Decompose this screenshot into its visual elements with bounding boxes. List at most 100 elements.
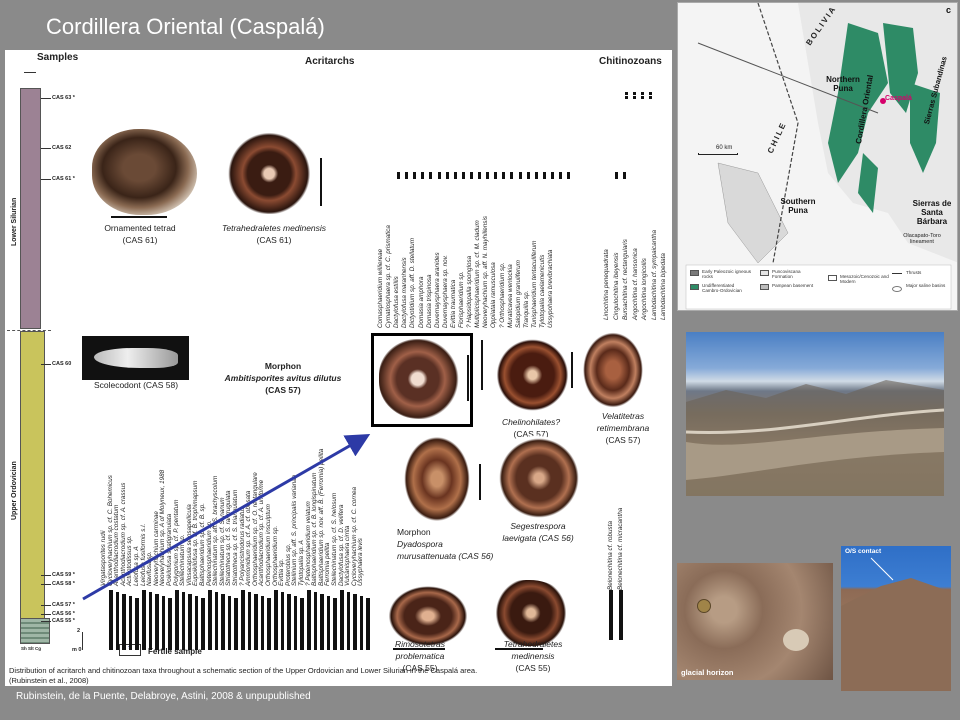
range-dots <box>397 172 401 178</box>
upper-ordovician-column <box>20 331 45 641</box>
range-bar <box>326 596 331 650</box>
taxon-label: Ussyphaera levis <box>357 538 365 586</box>
range-bar <box>234 598 238 650</box>
taxon-label: Domasia trispinosa <box>425 274 433 328</box>
taxon-label: Cymatiosphaera sp. cf. C. prismatica <box>385 225 393 328</box>
sample-tick <box>41 179 51 180</box>
range-bar <box>208 590 212 650</box>
scale-line <box>82 632 83 650</box>
acritarchs-header: Acritarchs <box>305 56 355 67</box>
map-label-southern-puna: Southern Puna <box>780 197 816 215</box>
range-dots <box>486 172 490 178</box>
taxon-label: Orthosphaeridium insculptum <box>265 504 272 586</box>
map-legend-5: Mesozoic/Cenozoic and Modern <box>840 274 889 284</box>
range-bar <box>353 594 357 650</box>
range-bar <box>181 592 186 650</box>
segestrespora-caption: Segestrespora laevigata (CAS 56) <box>483 520 593 544</box>
sample-tick <box>41 364 51 365</box>
range-dots <box>542 172 547 178</box>
taxon-label: Florisphaeridium sp. <box>458 271 465 328</box>
taxon-label: Multiplicisphaeridium sp. cf. M. cladum <box>474 220 482 328</box>
range-bar <box>366 598 370 650</box>
map-panel-letter: c <box>945 5 951 15</box>
rimosotetras-sample: (CAS 55) <box>402 663 438 673</box>
grain-size-label: Sh Slt Cg <box>21 646 41 651</box>
range-dots <box>405 172 409 178</box>
taxon-label: Virgatasporites rudii <box>100 530 107 586</box>
segestrespora-image <box>496 436 582 520</box>
lower-silurian-label: Lower Silurian <box>11 197 18 246</box>
map-scale-bar <box>698 153 738 155</box>
ambitisporites-scale <box>467 355 469 401</box>
taxon-label: Neoveryhachium sp. aff. N. mayhillensis <box>482 216 490 328</box>
segestrespora-line2: laevigata (CAS 56) <box>502 533 574 543</box>
map-legend-swatch-3 <box>760 270 769 276</box>
morphon-line3: (CAS 57) <box>265 385 301 395</box>
range-bar <box>333 598 337 650</box>
range-dots <box>625 92 629 96</box>
taxon-label: Linochitina penequadrata <box>603 249 610 320</box>
sample-label: CAS 61 * <box>52 176 75 182</box>
taxon-label: Ussypohaera brevibrachiata <box>547 249 555 328</box>
range-bar <box>227 596 232 650</box>
range-bar <box>359 596 364 650</box>
range-bar <box>274 590 278 650</box>
taxon-label: Dictyotidium sp. aff. D. stellatum <box>409 238 417 328</box>
range-bar <box>293 596 298 650</box>
sample-label: CAS 57 * <box>52 602 75 608</box>
range-dots <box>453 172 458 178</box>
chelinohilates-name: Chelinohilates? <box>501 417 561 427</box>
taxon-label: Evittia traumatica <box>449 279 457 328</box>
tetrahedraletes-top-scale <box>320 158 322 206</box>
range-bar <box>194 596 199 650</box>
caption-line2: (Rubinstein et al., 2008) <box>9 676 89 685</box>
range-dots <box>534 172 539 178</box>
taxon-label: Dactylofusa maranhensis <box>401 257 409 328</box>
taxon-label: Dactylofusa estillis <box>393 276 401 328</box>
range-dots <box>469 172 474 178</box>
scolecodont-caption: Scolecodont (CAS 58) <box>93 380 179 390</box>
scale-bottom: m 0 <box>72 647 82 653</box>
range-bar <box>221 594 225 650</box>
glacial-horizon-label: glacial horizon <box>681 668 734 677</box>
map-drawing <box>678 3 957 310</box>
taxon-label: Salopidium granuliferum <box>514 260 522 328</box>
sample-label: CAS 60 <box>52 361 72 367</box>
taxon-label: Cingulochitina ibeyensis <box>612 252 620 320</box>
map-label-olacapato: Olacapato-Toro lineament <box>903 233 941 245</box>
taxon-label: ? Orthosphaeridium sp. <box>498 262 506 328</box>
tetrahedraletes-bottom-line1: Tetrahedraletes <box>503 639 563 649</box>
map-scale-label: 60 km <box>716 145 733 151</box>
dyadospora-image <box>402 434 472 524</box>
ornamented-tetrad-image <box>92 129 197 215</box>
range-dots <box>445 172 450 178</box>
range-dots <box>510 172 514 178</box>
dyadospora-line1: Morphon <box>397 527 431 537</box>
range-dots <box>494 172 498 178</box>
range-dots <box>567 172 571 178</box>
map-legend-3: Puncoviscana Formation <box>772 269 801 279</box>
upper-ordovician-label: Upper Ordovician <box>11 461 18 520</box>
taxon-label: Lambdachitina bipedata <box>660 253 667 320</box>
tetrahedraletes-bottom-image <box>489 580 573 646</box>
range-dots <box>649 92 653 96</box>
range-dots <box>615 172 619 177</box>
sample-tick <box>41 98 51 99</box>
range-dots <box>502 172 506 178</box>
landscape-photo <box>686 332 944 496</box>
range-dots <box>421 172 425 178</box>
taxon-label: Comasphaeridium williereae <box>377 248 384 328</box>
map-legend-swatch-4 <box>760 284 769 290</box>
chelinohilates-scale-left <box>481 340 483 390</box>
taxon-label: Stellechinatum sp. cf. S. helosum <box>331 492 338 586</box>
range-bar <box>307 590 311 650</box>
taxon-label: Angochitina longicollis <box>641 258 648 320</box>
taxon-label: Domasia amphora <box>417 276 425 328</box>
range-bar <box>247 592 252 650</box>
range-dots <box>413 172 417 178</box>
geologic-map: BOLIVIA CHILE Northern Puna Cordillera O… <box>677 2 958 311</box>
morphon-line1: Morphon <box>264 361 302 371</box>
samples-header: Samples <box>37 52 79 63</box>
lower-silurian-column <box>20 88 41 329</box>
taxon-label: Tylotopalla caelamenicutis <box>539 254 546 328</box>
